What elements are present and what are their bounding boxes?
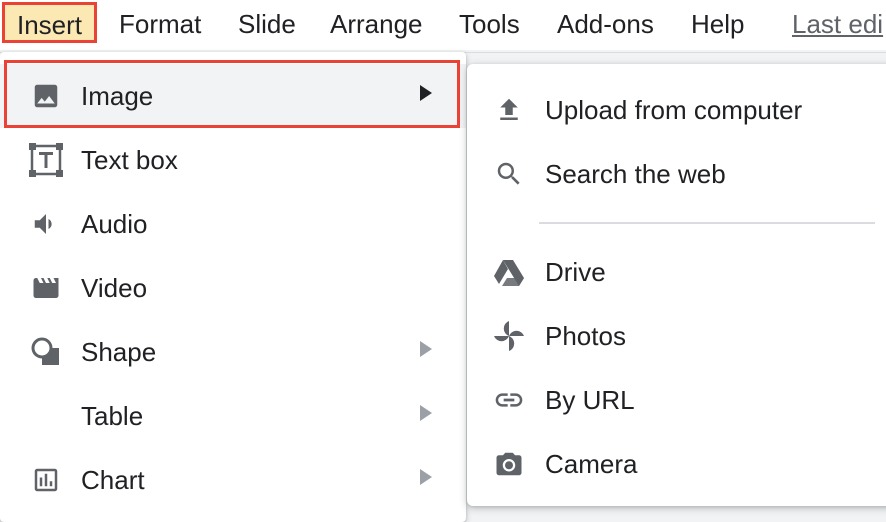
- audio-icon: [28, 206, 64, 242]
- menu-addons[interactable]: Add-ons: [557, 5, 654, 43]
- menu-item-label: Table: [81, 401, 144, 431]
- chart-icon: [28, 462, 64, 498]
- submenu-arrow-icon: [420, 341, 432, 357]
- menu-item-table[interactable]: Table: [0, 384, 466, 448]
- upload-icon: [491, 92, 527, 128]
- menu-item-text-box[interactable]: Text box: [0, 128, 466, 192]
- menu-item-image[interactable]: Image: [0, 64, 466, 128]
- submenu-item-label: Search the web: [545, 159, 726, 189]
- menu-arrange[interactable]: Arrange: [330, 5, 423, 43]
- submenu-arrow-icon: [420, 469, 432, 485]
- menu-slide[interactable]: Slide: [238, 5, 296, 43]
- last-edit-link[interactable]: Last edi: [792, 5, 883, 43]
- menu-item-label: Chart: [81, 465, 145, 495]
- link-icon: [491, 382, 527, 418]
- menu-item-label: Image: [81, 81, 154, 111]
- submenu-divider: [539, 222, 875, 224]
- menu-item-chart[interactable]: Chart: [0, 448, 466, 512]
- menu-item-shape[interactable]: Shape: [0, 320, 466, 384]
- menu-item-label: Text box: [81, 145, 178, 175]
- submenu-item-upload[interactable]: Upload from computer: [467, 78, 886, 142]
- photos-icon: [491, 318, 527, 354]
- menu-item-video[interactable]: Video: [0, 256, 466, 320]
- submenu-item-label: Camera: [545, 449, 638, 479]
- drive-icon: [491, 254, 527, 290]
- submenu-item-drive[interactable]: Drive: [467, 240, 886, 304]
- text-box-icon: [28, 142, 64, 178]
- shape-icon: [28, 334, 64, 370]
- submenu-arrow-icon: [420, 405, 432, 421]
- menu-item-label: Shape: [81, 337, 157, 367]
- menu-item-label: Video: [81, 273, 148, 303]
- submenu-item-photos[interactable]: Photos: [467, 304, 886, 368]
- submenu-item-label: Photos: [545, 321, 626, 351]
- menu-item-audio[interactable]: Audio: [0, 192, 466, 256]
- menu-tools[interactable]: Tools: [459, 5, 520, 43]
- menu-format[interactable]: Format: [119, 5, 201, 43]
- submenu-arrow-icon: [420, 85, 432, 101]
- image-icon: [28, 78, 64, 114]
- submenu-item-label: By URL: [545, 385, 635, 415]
- submenu-item-by-url[interactable]: By URL: [467, 368, 886, 432]
- search-icon: [491, 156, 527, 192]
- menu-help[interactable]: Help: [691, 5, 744, 43]
- submenu-item-label: Upload from computer: [545, 95, 803, 125]
- insert-dropdown-menu: Image Text box Audio Video Shape Table C…: [0, 52, 466, 522]
- submenu-item-label: Drive: [545, 257, 606, 287]
- menu-bar: Insert Format Slide Arrange Tools Add-on…: [0, 0, 886, 50]
- camera-icon: [491, 446, 527, 482]
- menu-item-label: Audio: [81, 209, 148, 239]
- submenu-item-camera[interactable]: Camera: [467, 432, 886, 496]
- submenu-item-search-web[interactable]: Search the web: [467, 142, 886, 206]
- image-submenu: Upload from computer Search the web Driv…: [467, 64, 886, 506]
- video-icon: [28, 270, 64, 306]
- menu-insert[interactable]: Insert: [2, 2, 98, 43]
